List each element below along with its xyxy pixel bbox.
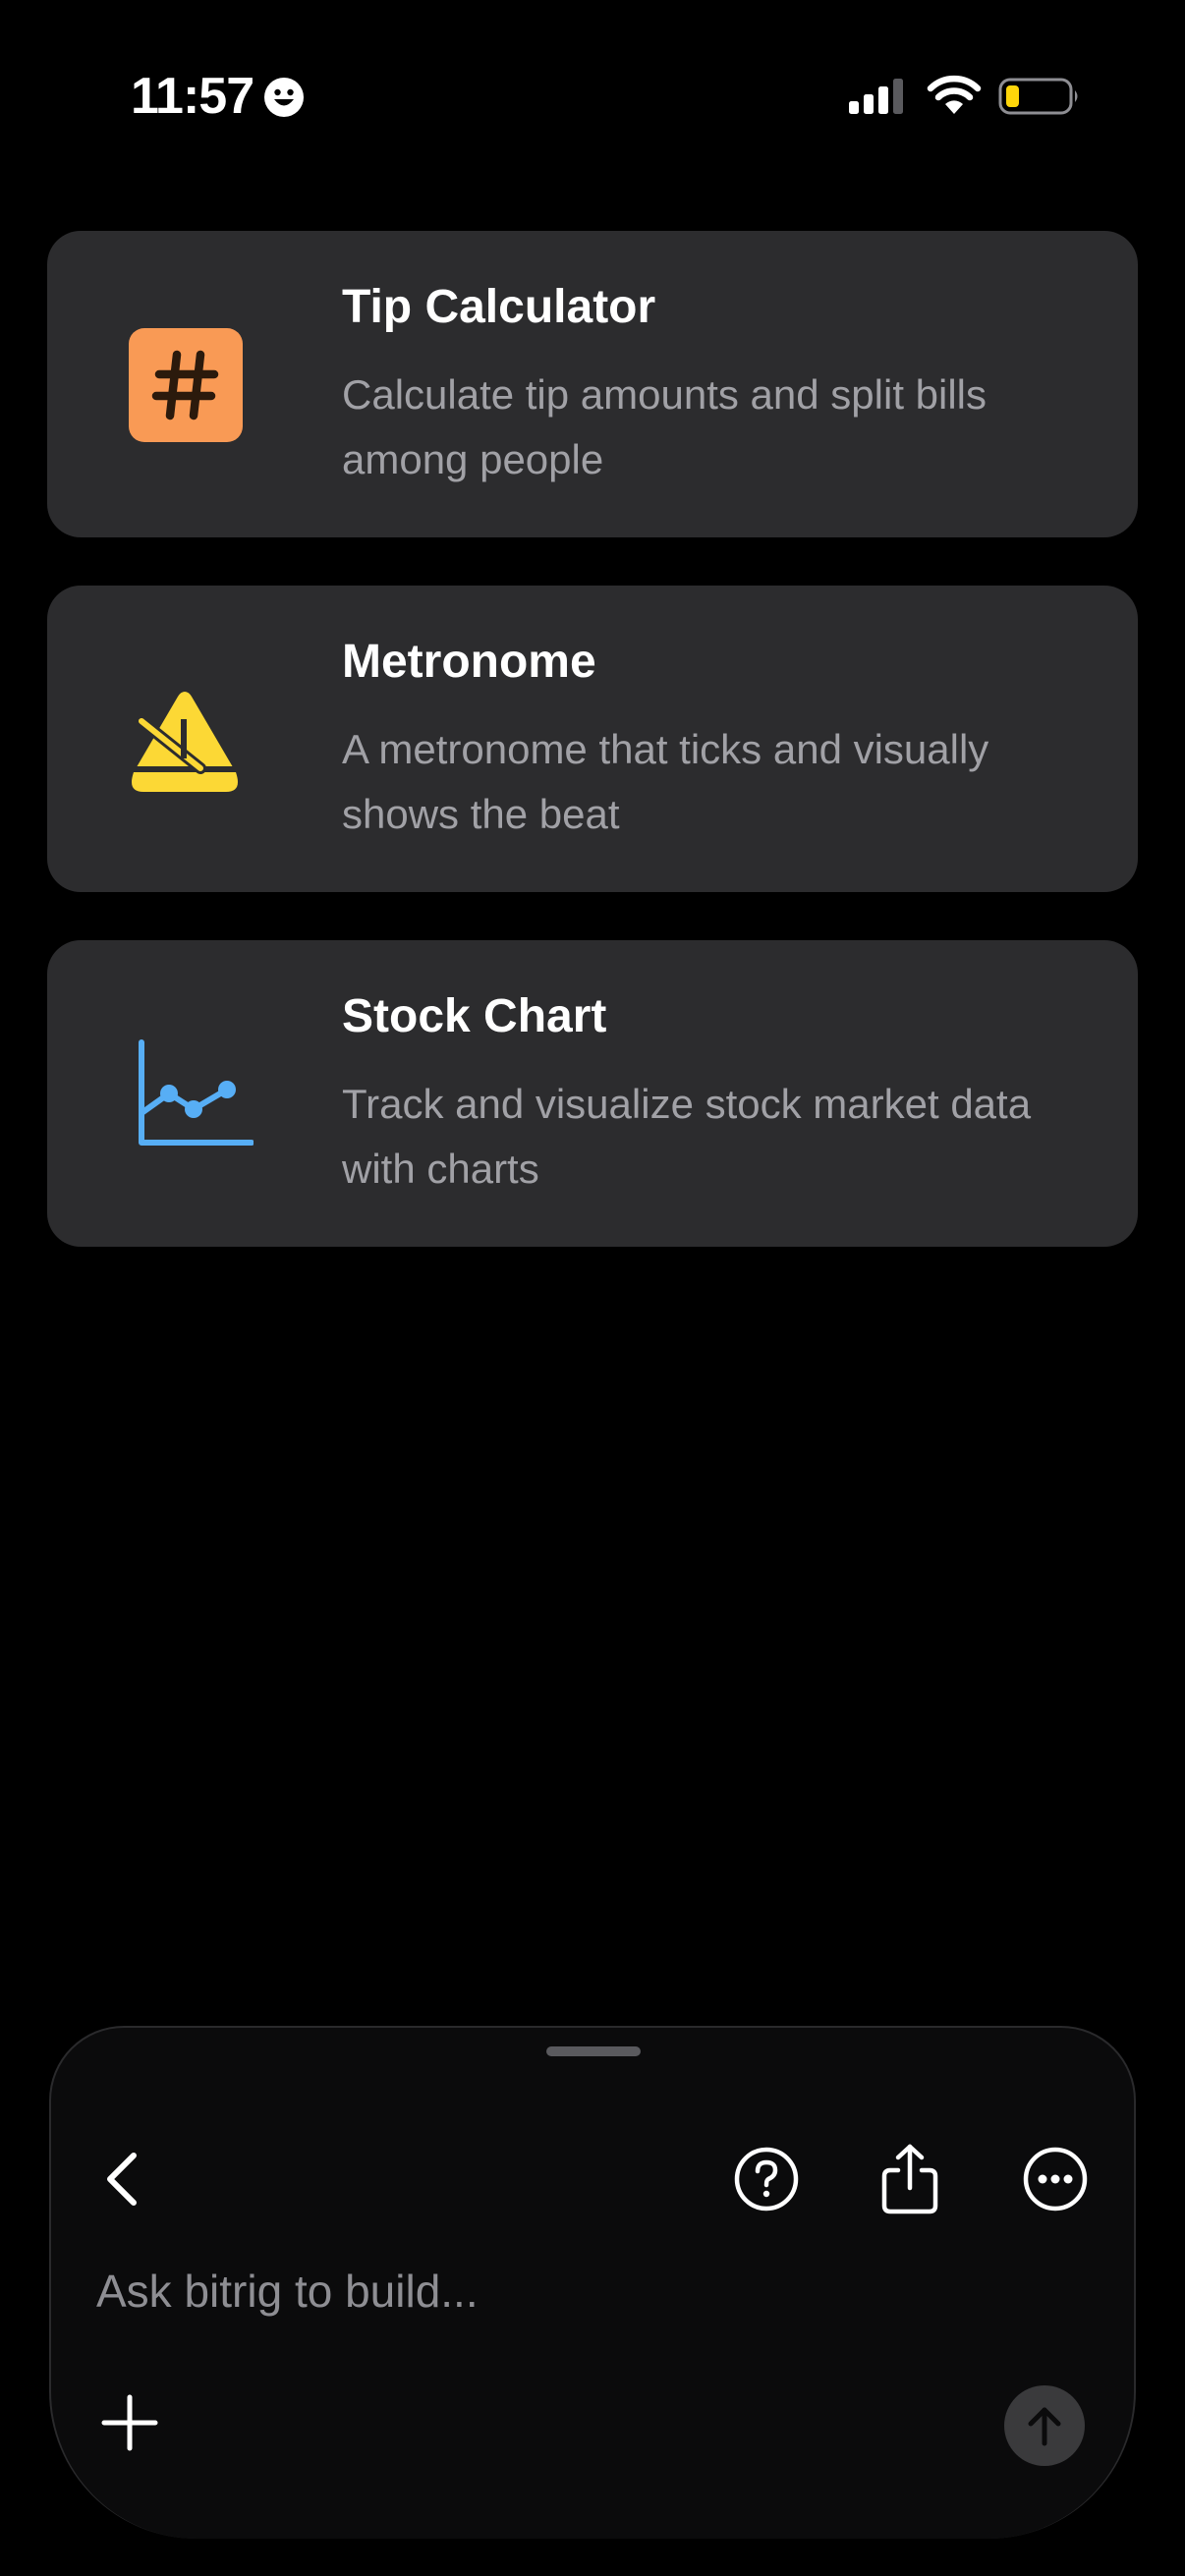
plus-icon <box>101 2394 158 2451</box>
add-attachment-button[interactable] <box>96 2389 163 2456</box>
arrow-up-icon <box>1028 2407 1061 2446</box>
question-circle-icon <box>734 2147 799 2212</box>
sheet-grabber[interactable] <box>546 2046 641 2056</box>
prompt-input[interactable] <box>96 2252 1020 2330</box>
app-card-stock-chart[interactable]: Stock Chart Track and visualize stock ma… <box>47 940 1138 1247</box>
wifi-icon <box>927 75 982 114</box>
app-title: Stock Chart <box>342 990 607 1042</box>
more-options-button[interactable] <box>1018 2142 1093 2216</box>
cellular-signal-icon <box>849 79 903 114</box>
app-card-tip-calculator[interactable]: Tip Calculator Calculate tip amounts and… <box>47 231 1138 537</box>
app-card-metronome[interactable]: Metronome A metronome that ticks and vis… <box>47 586 1138 892</box>
battery-icon <box>998 78 1078 115</box>
app-description: A metronome that ticks and visually show… <box>342 726 989 837</box>
app-title: Tip Calculator <box>342 281 656 333</box>
share-button[interactable] <box>873 2142 947 2216</box>
app-description: Track and visualize stock market data wi… <box>342 1081 1032 1192</box>
status-bar: 11:57 <box>0 0 1185 177</box>
hash-icon <box>129 328 243 442</box>
ellipsis-circle-icon <box>1023 2147 1088 2212</box>
app-title: Metronome <box>342 636 596 688</box>
help-button[interactable] <box>729 2142 804 2216</box>
share-icon <box>881 2144 938 2214</box>
composer-sheet <box>49 2026 1136 2539</box>
send-button[interactable] <box>1004 2385 1085 2466</box>
chevron-left-icon <box>107 2153 137 2206</box>
app-list: Tip Calculator Calculate tip amounts and… <box>47 231 1138 1295</box>
line-chart-icon <box>139 1039 254 1146</box>
metronome-icon <box>132 692 238 792</box>
back-button[interactable] <box>86 2142 161 2216</box>
status-time: 11:57 <box>131 68 254 125</box>
app-description: Calculate tip amounts and split bills am… <box>342 371 988 482</box>
smiley-face-icon <box>264 78 304 117</box>
